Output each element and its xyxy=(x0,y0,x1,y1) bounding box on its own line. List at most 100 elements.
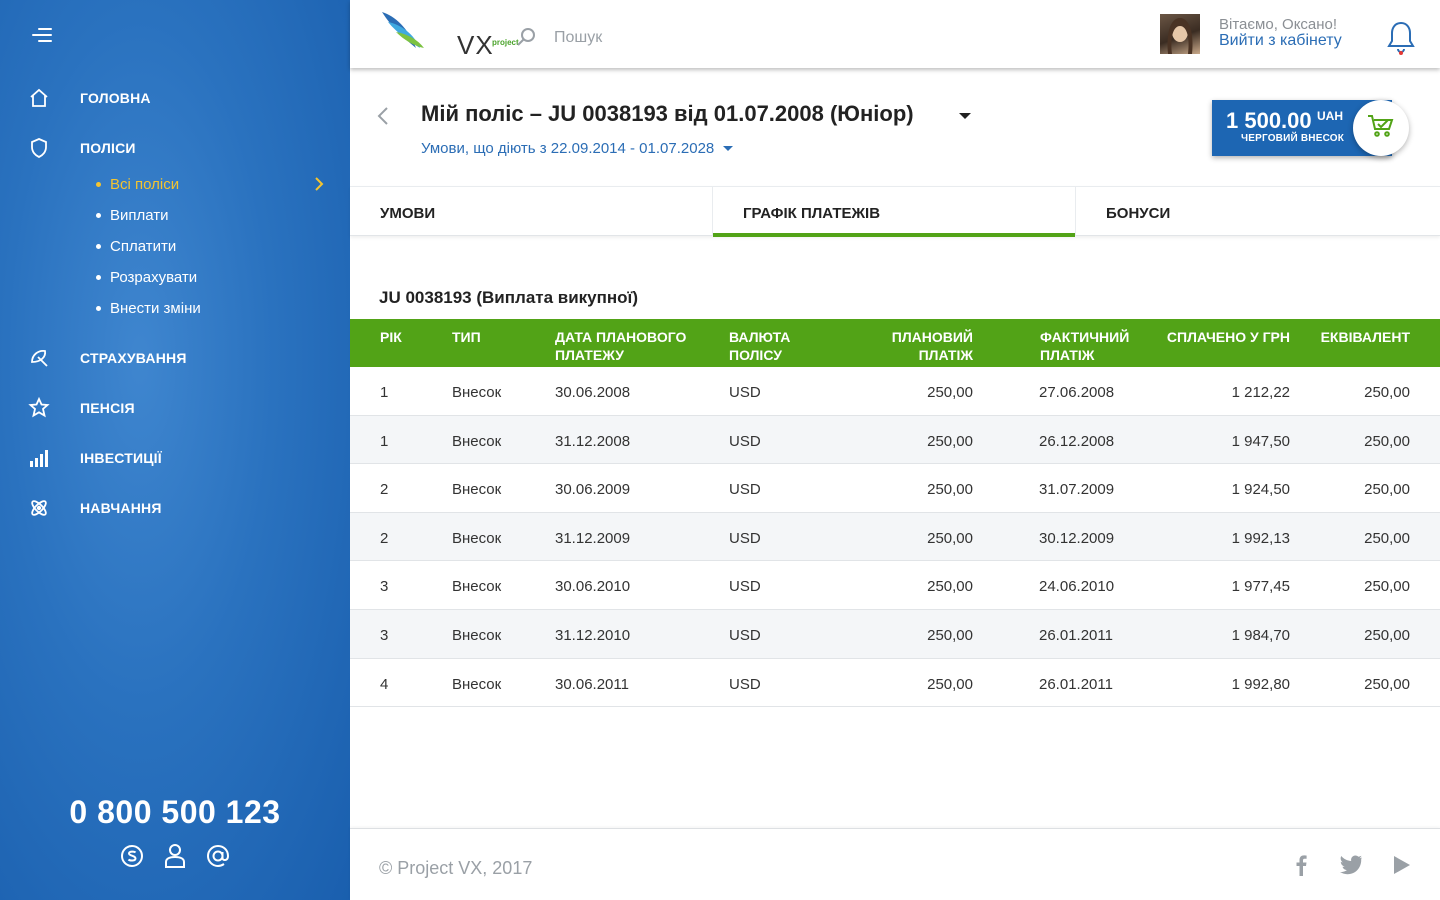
column-header[interactable]: ПЛАНОВИЙ ПЛАТІЖ xyxy=(837,328,973,364)
table-row[interactable]: 1 Внесок 31.12.2008 USD 250,00 26.12.2008 1 94… xyxy=(350,415,1440,465)
table-cell: 250,00 xyxy=(1364,432,1410,450)
umbrella-icon xyxy=(28,347,50,369)
table-cell: 250,00 xyxy=(1364,481,1410,499)
table-cell: 3 xyxy=(380,578,389,596)
table-cell: 30.06.2008 xyxy=(555,384,631,401)
avatar[interactable] xyxy=(1160,14,1200,54)
table-cell: 31.12.2010 xyxy=(555,626,631,644)
table-cell: 26.12.2008 xyxy=(1039,432,1115,450)
table-cell: 27.06.2008 xyxy=(1039,384,1115,401)
table-cell: 31.07.2009 xyxy=(1039,481,1115,499)
table-cell: 250,00 xyxy=(927,384,973,401)
sidebar-subitem-edit[interactable]: Внести зміни xyxy=(96,297,326,319)
table-header: РІК ТИП ДАТА ПЛАНОВОГО ПЛАТЕЖУ ВАЛЮТА ПО… xyxy=(350,319,1440,367)
bullet-dot xyxy=(96,305,101,311)
greeting-text: Вітаємо, Оксано! xyxy=(1219,16,1338,33)
column-header[interactable]: ЕКВІВАЛЕНТ xyxy=(1310,328,1410,346)
table-cell: Внесок xyxy=(452,432,502,450)
search-input[interactable] xyxy=(554,24,854,52)
bell-icon[interactable] xyxy=(1386,20,1416,56)
sidebar-item-home[interactable]: ГОЛОВНА xyxy=(0,83,350,113)
sidebar-item-education[interactable]: НАВЧАННЯ xyxy=(0,493,350,523)
youtube-icon[interactable] xyxy=(1387,851,1415,879)
sidebar-item-label: НАВЧАННЯ xyxy=(80,500,162,516)
table-cell: 250,00 xyxy=(927,432,973,450)
flower-icon xyxy=(28,397,50,419)
table-cell: 30.06.2011 xyxy=(555,675,629,693)
atom-icon xyxy=(28,497,50,519)
column-header[interactable]: ВАЛЮТА ПОЛІСУ xyxy=(729,328,819,364)
table-cell: 30.06.2009 xyxy=(555,481,631,499)
table-row[interactable]: 2 Внесок 30.06.2009 USD 250,00 31.07.2009 1 92… xyxy=(350,464,1440,513)
logo-wing-icon xyxy=(382,12,424,48)
column-header[interactable]: РІК xyxy=(380,328,402,346)
sidebar-item-investments[interactable]: ІНВЕСТИЦІЇ xyxy=(0,443,350,473)
table-cell: 30.06.2010 xyxy=(555,578,631,596)
sidebar-item-policies[interactable]: ПОЛІСИ xyxy=(0,133,350,163)
tab-bonuses[interactable]: БОНУСИ xyxy=(1076,187,1440,236)
table-cell: 4 xyxy=(380,675,389,693)
table-cell: 250,00 xyxy=(1364,626,1410,644)
sidebar-subitem-calculate[interactable]: Розрахувати xyxy=(96,266,326,288)
table-cell: 250,00 xyxy=(1364,675,1410,693)
sidebar-subitem-all-policies[interactable]: Всі поліси xyxy=(96,173,326,195)
conditions-dropdown[interactable]: Умови, що діють з 22.09.2014 - 01.07.202… xyxy=(421,140,734,157)
table-cell: USD xyxy=(729,675,761,693)
at-icon[interactable] xyxy=(204,842,232,870)
caret-down-icon xyxy=(722,140,734,157)
table-row[interactable]: 4 Внесок 30.06.2011 USD 250,00 26.01.2011 1 99… xyxy=(350,659,1440,708)
sidebar-item-insurance[interactable]: СТРАХУВАННЯ xyxy=(0,343,350,373)
tab-label: УМОВИ xyxy=(380,205,436,222)
table-cell: 1 984,70 xyxy=(1231,626,1290,644)
tab-payment-schedule[interactable]: ГРАФІК ПЛАТЕЖІВ xyxy=(713,187,1076,237)
tab-label: БОНУСИ xyxy=(1106,205,1171,222)
tab-label: ГРАФІК ПЛАТЕЖІВ xyxy=(743,205,881,222)
logout-link[interactable]: Вийти з кабінету xyxy=(1219,32,1342,50)
search-icon[interactable] xyxy=(515,26,537,48)
column-header[interactable]: ФАКТИЧНИЙ ПЛАТІЖ xyxy=(1040,328,1150,364)
caret-down-icon[interactable] xyxy=(956,108,974,124)
table-cell: 31.12.2008 xyxy=(555,432,631,450)
sidebar-subitem-label: Виплати xyxy=(110,206,169,224)
cart-button[interactable] xyxy=(1353,100,1409,156)
user-icon[interactable] xyxy=(161,842,189,870)
table-row[interactable]: 3 Внесок 31.12.2010 USD 250,00 26.01.2011 1 98… xyxy=(350,609,1440,659)
skype-icon[interactable] xyxy=(118,842,146,870)
hamburger-icon[interactable] xyxy=(30,26,52,44)
table-cell: 26.01.2011 xyxy=(1039,626,1113,644)
table-cell: 250,00 xyxy=(927,481,973,499)
twitter-icon[interactable] xyxy=(1337,851,1365,879)
column-header[interactable]: ТИП xyxy=(452,328,481,346)
table-cell: 250,00 xyxy=(1364,578,1410,596)
bullet-dot xyxy=(96,212,101,218)
table-row[interactable]: 1 Внесок 30.06.2008 USD 250,00 27.06.2008 1 21… xyxy=(350,367,1440,416)
back-arrow-icon[interactable] xyxy=(372,103,394,129)
bullet-dot xyxy=(96,243,101,249)
column-header[interactable]: СПЛАЧЕНО У ГРН xyxy=(1160,328,1290,346)
table-cell: USD xyxy=(729,529,761,547)
logo[interactable]: VX project xyxy=(380,8,519,60)
shield-icon xyxy=(28,137,50,159)
logo-text: VX xyxy=(457,30,494,60)
table-row[interactable]: 3 Внесок 30.06.2010 USD 250,00 24.06.2010 1 97… xyxy=(350,561,1440,610)
sidebar-item-label: ГОЛОВНА xyxy=(80,90,151,106)
bar-chart-icon xyxy=(28,447,50,469)
sidebar-item-label: ПОЛІСИ xyxy=(80,140,136,156)
footer: © Project VX, 2017 xyxy=(350,828,1440,900)
table-cell: 1 924,50 xyxy=(1231,481,1290,499)
bullet-dot xyxy=(96,181,101,187)
table-title: JU 0038193 (Виплата викупної) xyxy=(379,288,639,307)
page-title: Мій поліс – JU 0038193 від 01.07.2008 (Ю… xyxy=(421,101,914,126)
column-header[interactable]: ДАТА ПЛАНОВОГО ПЛАТЕЖУ xyxy=(555,328,705,364)
sidebar-item-label: ПЕНСІЯ xyxy=(80,400,135,416)
contact-icons xyxy=(118,842,232,870)
payment-label: ЧЕРГОВИЙ ВНЕСОК xyxy=(1241,133,1345,144)
sidebar-item-pension[interactable]: ПЕНСІЯ xyxy=(0,393,350,423)
table-body: 1 Внесок 30.06.2008 USD 250,00 27.06.2008 1 21… xyxy=(350,367,1440,708)
tab-conditions[interactable]: УМОВИ xyxy=(350,187,713,236)
table-row[interactable]: 2 Внесок 31.12.2009 USD 250,00 30.12.2009 1 99… xyxy=(350,512,1440,562)
facebook-icon[interactable] xyxy=(1287,851,1315,879)
sidebar-subitem-payouts[interactable]: Виплати xyxy=(96,204,326,226)
sidebar-subitem-pay[interactable]: Сплатити xyxy=(96,235,326,257)
sidebar-item-label: СТРАХУВАННЯ xyxy=(80,350,187,366)
